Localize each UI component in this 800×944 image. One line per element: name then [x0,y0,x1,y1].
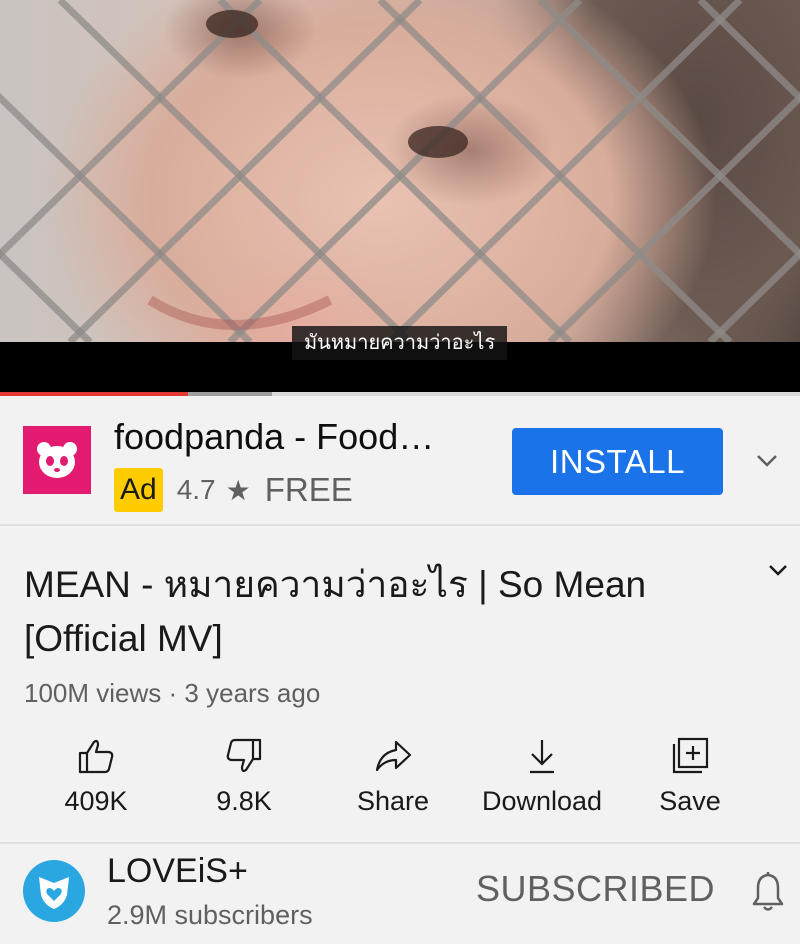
channel-name[interactable]: LOVEiS+ [107,852,248,891]
video-info: MEAN - หมายความว่าอะไร | So Mean [Offici… [0,528,800,842]
install-button[interactable]: INSTALL [512,428,723,495]
share-arrow-icon [375,740,412,772]
save-button[interactable]: Save [615,734,765,834]
subscribed-button[interactable]: SUBSCRIBED [476,868,715,910]
meta-separator: · [168,678,178,708]
star-icon: ★ [225,474,251,506]
ad-rating: 4.7 [176,474,216,505]
thumbs-up-icon [78,739,114,774]
ad-badge: Ad [114,468,163,512]
video-player[interactable]: มันหมายความว่าอะไร [0,0,800,392]
video-caption: มันหมายความว่าอะไร [292,326,508,360]
like-button[interactable]: 409K [21,734,171,834]
share-button[interactable]: Share [318,734,468,834]
notification-bell-icon[interactable] [749,870,787,914]
action-bar: 409K 9.8K Share Download Save [0,734,800,834]
ad-price: FREE [264,471,353,508]
channel-avatar[interactable] [23,860,85,922]
ad-meta: Ad 4.7 ★ FREE [114,468,353,512]
video-frame[interactable]: มันหมายความว่าอะไร [0,0,800,360]
video-title[interactable]: MEAN - หมายความว่าอะไร | So Mean [Offici… [24,558,744,666]
download-button[interactable]: Download [467,734,617,834]
dislike-count: 9.8K [216,786,272,816]
download-icon [530,740,554,774]
expand-description-chevron-icon[interactable] [764,560,792,582]
share-label: Share [356,786,430,816]
download-label: Download [481,786,603,816]
thumbs-down-icon [226,738,262,773]
dislike-button[interactable]: 9.8K [169,734,319,834]
upload-age: 3 years ago [184,678,321,708]
chevron-down-icon[interactable] [752,448,782,472]
save-label: Save [659,786,721,816]
channel-row[interactable]: LOVEiS+ 2.9M subscribers SUBSCRIBED [0,842,800,944]
ad-banner[interactable]: foodpanda - Food… Ad 4.7 ★ FREE INSTALL [0,396,800,526]
add-to-playlist-icon [672,737,709,774]
ad-app-name[interactable]: foodpanda - Food… [114,416,434,458]
view-count: 100M views [24,678,162,708]
like-count: 409K [64,786,128,816]
foodpanda-logo-icon[interactable] [23,426,91,494]
video-meta: 100M views · 3 years ago [24,678,320,709]
subscriber-count: 2.9M subscribers [107,900,313,930]
chain-link-fence-overlay [0,0,800,342]
channel-logo-icon [39,877,69,909]
